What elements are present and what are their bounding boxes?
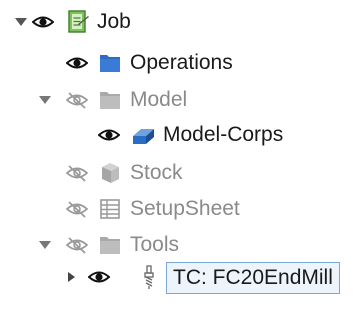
eye-hidden-icon[interactable] (66, 200, 88, 218)
tree-item-label: Tools (130, 233, 180, 256)
stock-cube-icon (98, 161, 122, 185)
tree-item-model-corps[interactable]: Model-Corps (0, 117, 363, 153)
spreadsheet-icon (98, 197, 122, 221)
folder-icon (98, 51, 122, 75)
endmill-icon (137, 265, 161, 289)
tree-view: Job Operations Model Model-Corps Stock S… (0, 0, 363, 320)
tree-item-label: Job (97, 10, 131, 33)
expand-arrow-icon[interactable] (14, 16, 28, 28)
tree-item-label: SetupSheet (130, 197, 240, 220)
tree-item-label: Stock (130, 161, 183, 184)
job-sheet-icon (66, 10, 90, 34)
eye-hidden-icon[interactable] (66, 91, 88, 109)
folder-icon (98, 233, 122, 257)
tree-item-label: TC: FC20EndMill (166, 262, 340, 294)
tree-item-job[interactable]: Job (0, 4, 363, 40)
tree-item-operations[interactable]: Operations (0, 45, 363, 81)
tree-item-label: Model-Corps (163, 123, 284, 146)
eye-hidden-icon[interactable] (66, 164, 88, 182)
tree-item-stock[interactable]: Stock (0, 155, 363, 191)
eye-hidden-icon[interactable] (66, 236, 88, 254)
expand-arrow-icon[interactable] (38, 239, 52, 251)
tree-item-setupsheet[interactable]: SetupSheet (0, 191, 363, 227)
collapsed-arrow-icon[interactable] (64, 271, 78, 283)
tree-item-label: Operations (130, 51, 233, 74)
eye-icon[interactable] (88, 268, 110, 286)
tree-item-label: Model (130, 88, 188, 111)
tree-item-tool-controller[interactable]: TC: FC20EndMill (0, 259, 363, 295)
tree-item-model[interactable]: Model (0, 82, 363, 118)
folder-icon (98, 88, 122, 112)
eye-icon[interactable] (32, 13, 54, 31)
eye-icon[interactable] (66, 54, 88, 72)
solid-body-icon (131, 123, 155, 147)
eye-icon[interactable] (98, 126, 120, 144)
tree-item-tools[interactable]: Tools (0, 227, 363, 263)
expand-arrow-icon[interactable] (38, 94, 52, 106)
